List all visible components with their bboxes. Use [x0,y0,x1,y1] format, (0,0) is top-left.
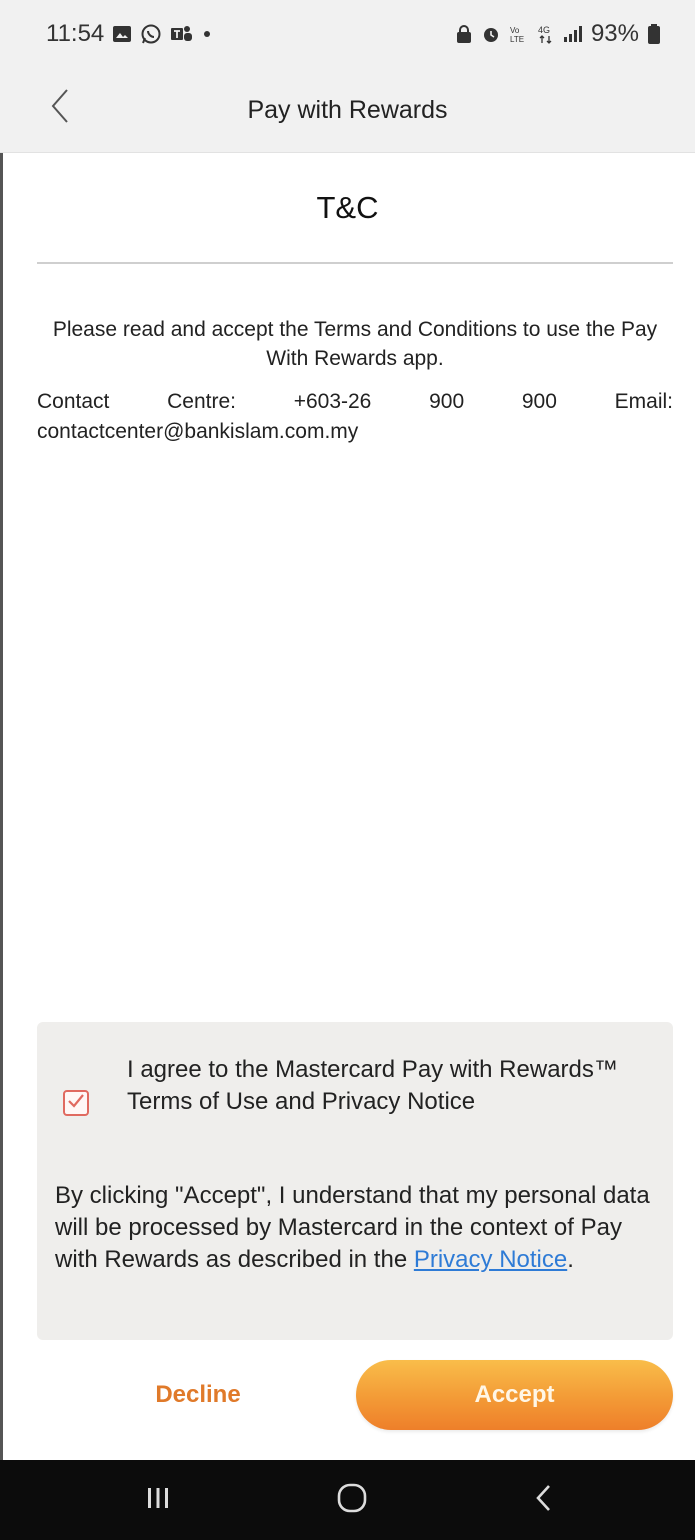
status-time: 11:54 [46,20,105,47]
gallery-icon [112,22,132,46]
dot-icon [202,22,212,46]
recent-apps-icon [145,1485,171,1516]
accept-note-end: . [567,1246,574,1273]
accept-note: By clicking "Accept", I understand that … [55,1180,667,1276]
alarm-icon [481,22,501,46]
status-bar: 11:54 Vo LTE 4G 93% [0,0,695,68]
contact-email[interactable]: contactcenter@bankislam.com.my [37,418,358,446]
accept-button[interactable]: Accept [356,1360,673,1430]
data-4g-icon: 4G [537,22,555,46]
chevron-left-icon [49,88,71,129]
status-right: Vo LTE 4G 93% [455,20,661,48]
screen: 11:54 Vo LTE 4G 93% Pay with Rewards T&C… [0,0,695,1540]
battery-percent: 93% [590,20,639,47]
intro-text: Please read and accept the Terms and Con… [52,318,658,370]
checkmark-icon [67,1093,85,1114]
contact-line: Contact Centre: +603-26 900 900 Email: [37,390,673,413]
battery-icon [647,22,661,46]
consent-panel: I agree to the Mastercard Pay with Rewar… [37,1022,673,1340]
page-title: Pay with Rewards [247,95,448,124]
signal-icon [563,22,583,46]
home-button[interactable] [312,1470,392,1530]
tc-title: T&C [316,190,379,225]
nav-back-button[interactable] [504,1470,584,1530]
svg-text:Vo: Vo [510,26,520,35]
svg-text:LTE: LTE [510,35,524,44]
agree-checkbox[interactable] [63,1090,89,1116]
app-header: Pay with Rewards [0,68,695,153]
svg-text:4G: 4G [538,25,550,35]
recent-apps-button[interactable] [118,1470,198,1530]
decline-button[interactable]: Decline [108,1360,288,1430]
agree-label[interactable]: I agree to the Mastercard Pay with Rewar… [127,1054,647,1118]
status-left: 11:54 [46,20,212,48]
home-icon [336,1482,368,1519]
volte-icon: Vo LTE [509,22,529,46]
lock-icon [455,22,473,46]
back-button[interactable] [38,86,82,130]
back-icon [534,1483,554,1518]
divider [37,262,673,264]
navigation-bar [0,1460,695,1540]
privacy-notice-link[interactable]: Privacy Notice [414,1246,567,1273]
teams-icon [170,22,194,46]
whatsapp-icon [140,22,162,46]
